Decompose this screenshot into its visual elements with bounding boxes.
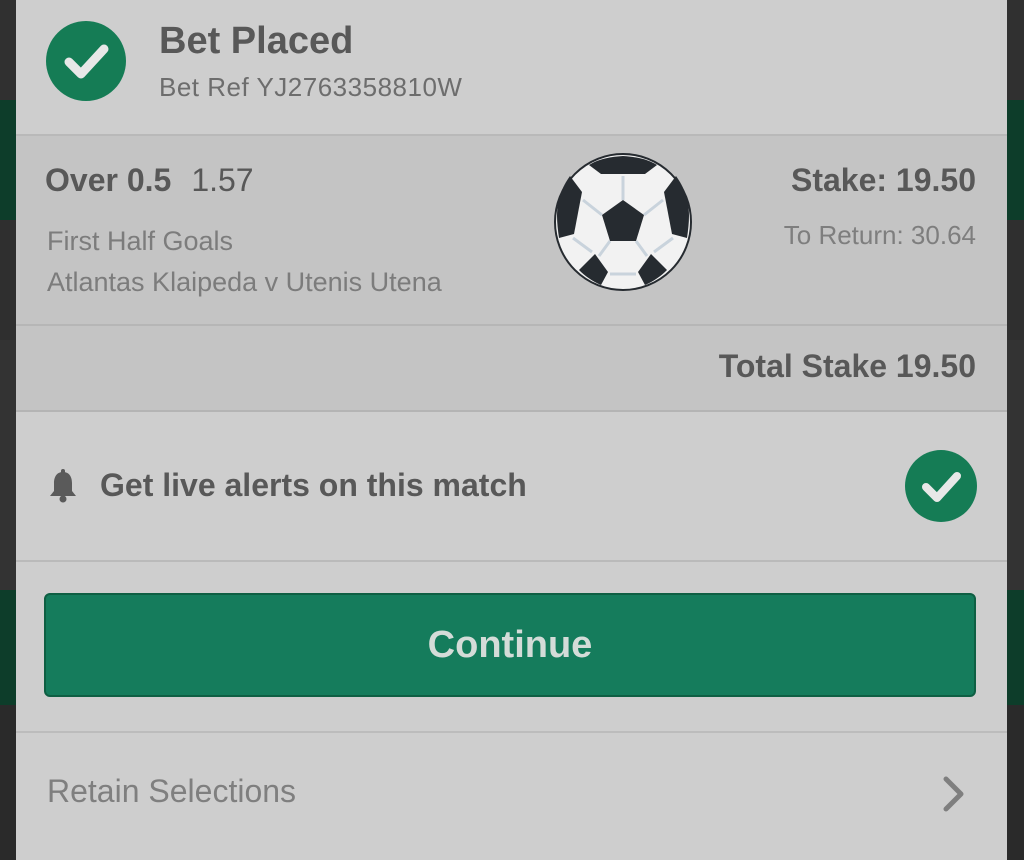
- potential-return: To Return: 30.64: [783, 220, 976, 250]
- bet-reference: Bet Ref YJ2763358810W: [159, 72, 463, 102]
- continue-button[interactable]: Continue: [44, 593, 976, 697]
- live-alerts-row[interactable]: Get live alerts on this match: [16, 412, 1007, 562]
- market-type: First Half Goals: [47, 226, 234, 256]
- total-stake-row: Total Stake 19.50: [16, 326, 1007, 412]
- bet-selection: Over 0.5 1.57 First Half Goals Atlantas K…: [16, 136, 1007, 326]
- retain-selections-label: Retain Selections: [47, 773, 297, 809]
- modal-header: Bet Placed Bet Ref YJ2763358810W: [16, 0, 1007, 136]
- selection-odds: 1.57: [191, 162, 254, 198]
- bell-icon: [50, 469, 76, 503]
- total-stake: Total Stake 19.50: [718, 348, 976, 384]
- selection-market: Over 0.5: [45, 162, 172, 198]
- chevron-right-icon: [943, 776, 964, 812]
- modal-title: Bet Placed: [159, 20, 354, 62]
- retain-selections-row[interactable]: Retain Selections: [16, 731, 1007, 860]
- check-icon: [922, 472, 961, 502]
- event-name: Atlantas Klaipeda v Utenis Utena: [47, 267, 442, 297]
- selection-summary: Over 0.5 1.57: [45, 162, 254, 199]
- bet-placed-modal: Bet Placed Bet Ref YJ2763358810W Over 0.…: [16, 0, 1007, 860]
- soccer-ball-icon: [554, 153, 692, 291]
- stake-amount: Stake: 19.50: [790, 162, 976, 198]
- live-alerts-label: Get live alerts on this match: [100, 467, 527, 503]
- success-check-icon: [46, 21, 126, 101]
- live-alerts-toggle[interactable]: [905, 450, 977, 522]
